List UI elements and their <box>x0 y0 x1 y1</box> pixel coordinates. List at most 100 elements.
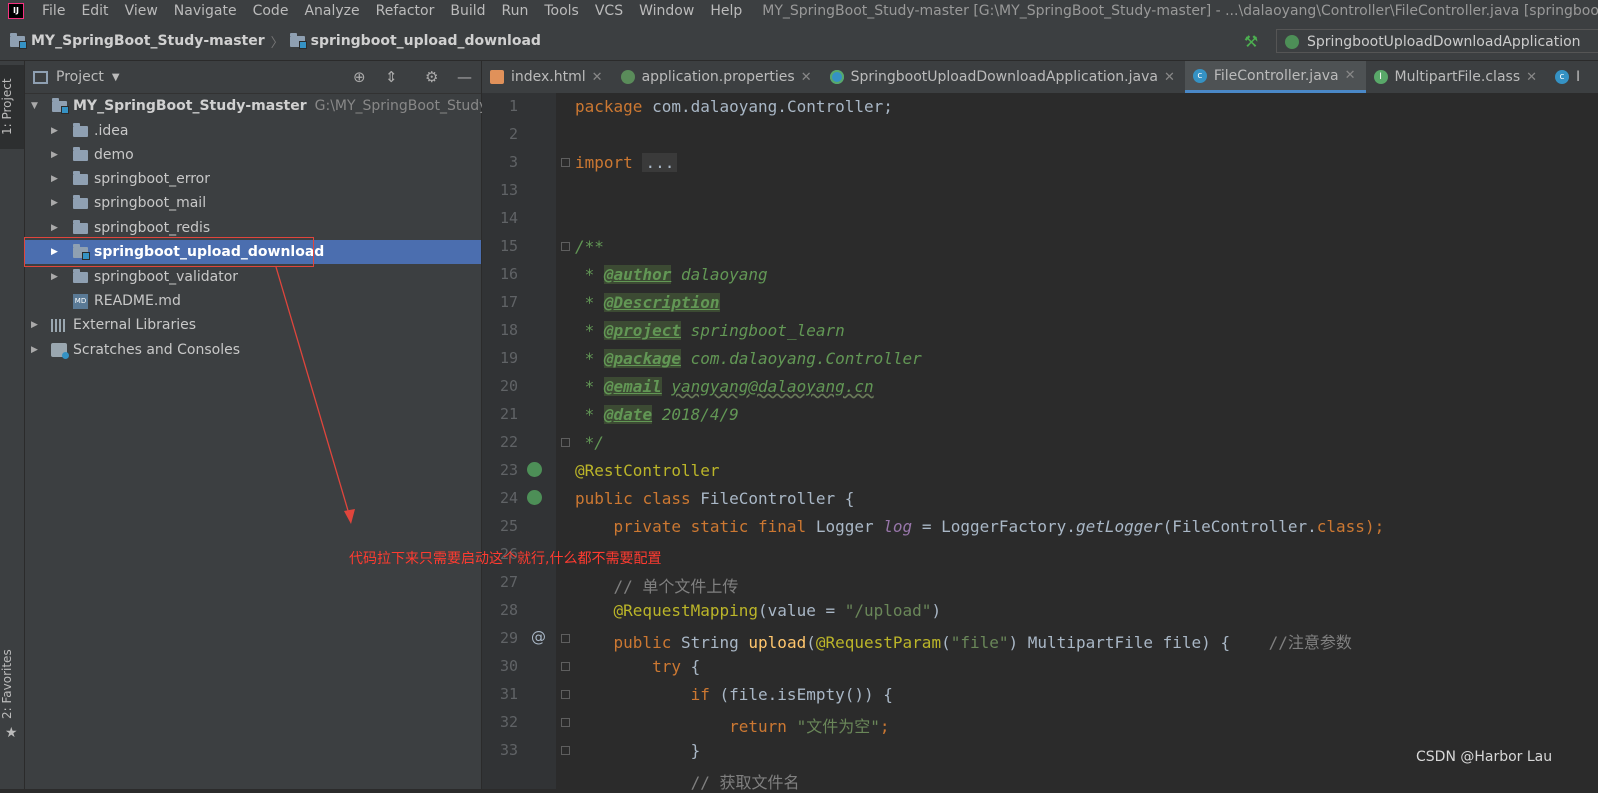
spring-bean-gutter-icon[interactable] <box>527 462 542 477</box>
doc-tag: @project <box>603 321 681 340</box>
collapse-arrow-icon[interactable]: ▶ <box>31 345 41 355</box>
code-text: ) <box>931 601 942 620</box>
window-title: MY_SpringBoot_Study-master [G:\MY_Spring… <box>762 3 1598 19</box>
doc-tag: @author <box>603 265 672 284</box>
tree-item-springboot-validator[interactable]: ▶ springboot_validator <box>25 265 481 289</box>
menu-view[interactable]: View <box>117 3 166 19</box>
doc-value: dalaoyang <box>680 265 768 284</box>
tree-item-label: README.md <box>94 293 181 309</box>
gear-icon[interactable]: ⚙ <box>425 68 438 86</box>
tab-file-controller[interactable]: c FileController.java ✕ <box>1184 61 1366 93</box>
close-icon[interactable]: ✕ <box>1164 70 1175 85</box>
tab-application-properties[interactable]: application.properties ✕ <box>613 61 822 93</box>
tree-item-external-libraries[interactable]: ▶ External Libraries <box>25 313 481 337</box>
fold-marker[interactable] <box>561 242 570 251</box>
collapse-arrow-icon[interactable]: ▶ <box>51 272 61 282</box>
doc-star: * <box>575 405 604 424</box>
collapse-arrow-icon[interactable]: ▶ <box>31 320 41 330</box>
collapse-arrow-icon[interactable]: ▶ <box>51 223 61 233</box>
breadcrumb-module[interactable]: springboot_upload_download <box>289 32 541 49</box>
folder-icon <box>73 194 88 209</box>
fold-marker[interactable] <box>561 690 570 699</box>
doc-tag: @Description <box>603 293 720 312</box>
folded-imports[interactable]: ... <box>642 153 678 172</box>
project-panel-title[interactable]: Project <box>56 69 104 85</box>
locate-target-icon[interactable]: ⊕ <box>353 68 366 86</box>
collapse-arrow-icon[interactable]: ▶ <box>51 198 61 208</box>
menu-code[interactable]: Code <box>245 3 297 19</box>
tree-item-springboot-error[interactable]: ▶ springboot_error <box>25 167 481 191</box>
tab-multipart-file[interactable]: I MultipartFile.class ✕ <box>1366 61 1547 93</box>
fold-marker[interactable] <box>561 662 570 671</box>
tree-item-springboot-mail[interactable]: ▶ springboot_mail <box>25 191 481 215</box>
code-text: ) MultipartFile file) { <box>1008 633 1231 652</box>
collapse-arrow-icon[interactable]: ▶ <box>51 174 61 184</box>
tab-truncated[interactable]: c I <box>1547 61 1590 93</box>
code-text: (value = <box>758 601 845 620</box>
run-configuration-selector[interactable]: SpringbootUploadDownloadApplication <box>1276 29 1598 53</box>
editor-tab-bar: index.html ✕ application.properties ✕ Sp… <box>482 61 1598 94</box>
code-line: try { <box>575 657 700 676</box>
fold-marker[interactable] <box>561 634 570 643</box>
close-icon[interactable]: ✕ <box>592 70 603 85</box>
tree-item-demo[interactable]: ▶ demo <box>25 143 481 167</box>
annotation: @RequestMapping <box>613 601 759 620</box>
chevron-down-icon[interactable]: ▼ <box>112 72 120 83</box>
line-number: 21 <box>499 405 518 423</box>
menu-refactor[interactable]: Refactor <box>368 3 443 19</box>
breadcrumb-separator: 〉 <box>270 35 284 51</box>
field-name: log <box>883 517 913 536</box>
menu-run[interactable]: Run <box>494 3 537 19</box>
run-config-label: SpringbootUploadDownloadApplication <box>1307 34 1581 50</box>
menu-tools[interactable]: Tools <box>536 3 587 19</box>
favorites-tool-tab[interactable]: 2: Favorites <box>0 641 24 727</box>
collapse-arrow-icon[interactable]: ▶ <box>51 126 61 136</box>
spring-class-gutter-icon[interactable] <box>527 490 542 505</box>
close-icon[interactable]: ✕ <box>801 70 812 85</box>
fold-marker[interactable] <box>561 438 570 447</box>
breadcrumb-project[interactable]: MY_SpringBoot_Study-master <box>10 32 265 49</box>
collapse-arrow-icon[interactable]: ▶ <box>51 150 61 160</box>
expand-arrow-icon[interactable]: ▼ <box>31 101 41 111</box>
doc-value: com.dalaoyang.Controller <box>690 349 922 368</box>
tree-root-project[interactable]: ▼ MY_SpringBoot_Study-master G:\MY_Sprin… <box>25 94 542 118</box>
collapse-all-icon[interactable]: ⇕ <box>385 68 398 86</box>
tree-item-idea[interactable]: ▶ .idea <box>25 119 481 143</box>
tab-label: SpringbootUploadDownloadApplication.java <box>850 69 1158 85</box>
menu-help[interactable]: Help <box>702 3 750 19</box>
menu-file[interactable]: File <box>34 3 73 19</box>
hide-panel-icon[interactable]: — <box>457 68 472 86</box>
code-text: (FileController. <box>1162 517 1317 536</box>
menu-navigate[interactable]: Navigate <box>166 3 245 19</box>
code-line: public class FileController { <box>575 489 854 508</box>
menu-build[interactable]: Build <box>442 3 493 19</box>
close-icon[interactable]: ✕ <box>1526 70 1537 85</box>
code-line: * @project springboot_learn <box>575 321 845 340</box>
tree-item-scratches[interactable]: ▶ Scratches and Consoles <box>25 338 481 362</box>
fold-marker[interactable] <box>561 718 570 727</box>
close-icon[interactable]: ✕ <box>1345 68 1356 83</box>
menu-vcs[interactable]: VCS <box>587 3 631 19</box>
collapse-arrow-icon[interactable]: ▶ <box>51 247 61 257</box>
code-line: * @Description <box>575 293 720 312</box>
tree-item-readme[interactable]: MD README.md <box>25 289 481 313</box>
fold-marker[interactable] <box>561 158 570 167</box>
library-icon <box>51 318 67 332</box>
breadcrumb-project-label: MY_SpringBoot_Study-master <box>31 33 265 49</box>
tree-item-springboot-redis[interactable]: ▶ springboot_redis <box>25 216 481 240</box>
tab-springboot-application[interactable]: SpringbootUploadDownloadApplication.java… <box>822 61 1185 93</box>
build-hammer-icon[interactable]: ⚒ <box>1242 32 1260 51</box>
tab-index-html[interactable]: index.html ✕ <box>482 61 613 93</box>
tree-item-springboot-upload-download[interactable]: ▶ springboot_upload_download <box>25 240 481 264</box>
menu-analyze[interactable]: Analyze <box>296 3 367 19</box>
fold-marker[interactable] <box>561 746 570 755</box>
doc-star: * <box>575 265 604 284</box>
code-line: @RequestMapping(value = "/upload") <box>575 601 942 620</box>
project-tool-tab[interactable]: 1: Project <box>0 65 24 149</box>
menu-window[interactable]: Window <box>631 3 702 19</box>
menu-edit[interactable]: Edit <box>73 3 116 19</box>
request-mapping-gutter-icon[interactable]: @ <box>531 628 546 646</box>
doc-star: * <box>575 321 604 340</box>
line-number: 19 <box>499 349 518 367</box>
code-line: * @date 2018/4/9 <box>575 405 739 424</box>
